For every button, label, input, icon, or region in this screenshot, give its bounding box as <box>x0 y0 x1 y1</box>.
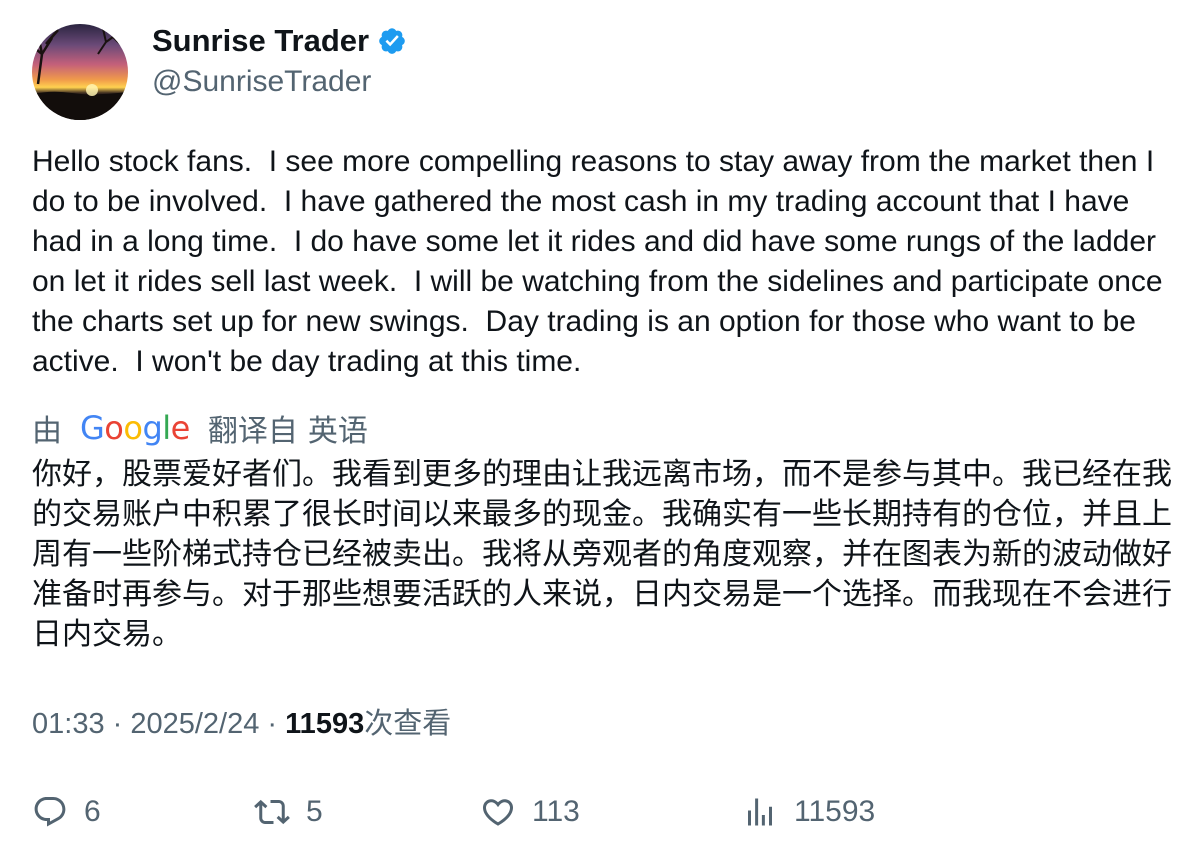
translated-text: 你好，股票爱好者们。我看到更多的理由让我远离市场，而不是参与其中。我已经在我的交… <box>32 457 1172 652</box>
tweet-text: Hello stock fans. I see more compelling … <box>32 145 1171 378</box>
action-bar: 6 5 113 11593 <box>32 790 1172 834</box>
display-name[interactable]: Sunrise Trader <box>152 22 369 60</box>
views-button[interactable]: 11593 <box>742 790 875 834</box>
tweet-card: Sunrise Trader @SunriseTrader Hello stoc… <box>0 0 1196 858</box>
meta-separator: · <box>104 708 131 740</box>
retweet-icon <box>254 799 290 825</box>
bar-chart-icon <box>748 798 772 826</box>
views-action-count: 11593 <box>794 795 876 828</box>
reply-count: 6 <box>84 795 101 828</box>
verified-badge-icon <box>377 26 407 56</box>
tweet-time[interactable]: 01:33 <box>32 708 105 740</box>
translation-prefix: 由 <box>32 415 62 448</box>
meta-separator: · <box>259 708 286 740</box>
views-count: 11593 <box>285 708 365 740</box>
retweet-button[interactable]: 5 <box>254 790 323 834</box>
reply-button[interactable]: 6 <box>32 790 101 834</box>
translation-attribution: 由 Google 翻译自 英语 <box>32 408 368 448</box>
retweet-count: 5 <box>306 795 323 828</box>
source-language: 英语 <box>307 415 368 448</box>
like-count: 113 <box>532 795 580 828</box>
sunset-tree-silhouette <box>32 24 128 120</box>
heart-icon <box>482 799 514 826</box>
google-logo-icon[interactable]: Google <box>80 409 190 447</box>
reply-icon <box>34 797 66 827</box>
tweet-meta: 01:33 · 2025/2/24 · 11593次查看 <box>32 704 451 744</box>
tweet-date[interactable]: 2025/2/24 <box>130 708 259 740</box>
translation-suffix: 翻译自 <box>207 415 298 448</box>
avatar[interactable] <box>32 24 128 120</box>
views-label: 次查看 <box>364 708 452 740</box>
user-handle[interactable]: @SunriseTrader <box>152 64 371 100</box>
like-button[interactable]: 113 <box>480 790 580 834</box>
name-row: Sunrise Trader <box>152 22 407 60</box>
